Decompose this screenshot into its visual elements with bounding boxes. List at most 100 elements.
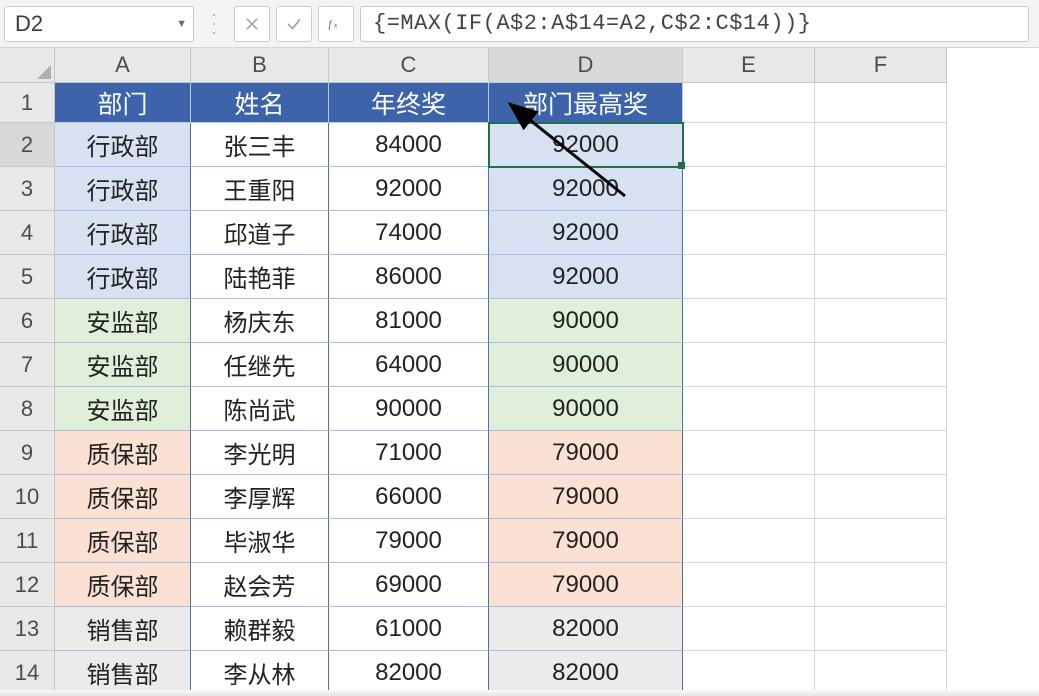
cell-A14[interactable]: 销售部: [55, 651, 191, 695]
cell-B11[interactable]: 毕淑华: [191, 519, 329, 563]
cell-C11[interactable]: 79000: [329, 519, 489, 563]
cell-F2[interactable]: [815, 123, 947, 167]
row-header-2[interactable]: 2: [0, 123, 55, 167]
cell-C7[interactable]: 64000: [329, 343, 489, 387]
column-header-E[interactable]: E: [683, 48, 815, 83]
cell-D13[interactable]: 82000: [489, 607, 683, 651]
select-all-corner[interactable]: [0, 48, 55, 83]
row-header-12[interactable]: 12: [0, 563, 55, 607]
cell-A10[interactable]: 质保部: [55, 475, 191, 519]
row-header-3[interactable]: 3: [0, 167, 55, 211]
column-header-C[interactable]: C: [329, 48, 489, 83]
cell-C6[interactable]: 81000: [329, 299, 489, 343]
cell-C14[interactable]: 82000: [329, 651, 489, 695]
row-header-14[interactable]: 14: [0, 651, 55, 695]
header-cell-F[interactable]: [815, 83, 947, 123]
cell-B6[interactable]: 杨庆东: [191, 299, 329, 343]
row-header-6[interactable]: 6: [0, 299, 55, 343]
column-header-F[interactable]: F: [815, 48, 947, 83]
cell-F14[interactable]: [815, 651, 947, 695]
row-header-10[interactable]: 10: [0, 475, 55, 519]
cell-F10[interactable]: [815, 475, 947, 519]
row-header-5[interactable]: 5: [0, 255, 55, 299]
cell-D4[interactable]: 92000: [489, 211, 683, 255]
header-cell-B[interactable]: 姓名: [191, 83, 329, 123]
cell-E6[interactable]: [683, 299, 815, 343]
cell-E5[interactable]: [683, 255, 815, 299]
cell-C8[interactable]: 90000: [329, 387, 489, 431]
cell-E2[interactable]: [683, 123, 815, 167]
cell-B2[interactable]: 张三丰: [191, 123, 329, 167]
cell-A2[interactable]: 行政部: [55, 123, 191, 167]
cell-B4[interactable]: 邱道子: [191, 211, 329, 255]
cell-E4[interactable]: [683, 211, 815, 255]
cell-B10[interactable]: 李厚辉: [191, 475, 329, 519]
cell-C13[interactable]: 61000: [329, 607, 489, 651]
cell-D10[interactable]: 79000: [489, 475, 683, 519]
cell-F13[interactable]: [815, 607, 947, 651]
cell-D3[interactable]: 92000: [489, 167, 683, 211]
cell-C9[interactable]: 71000: [329, 431, 489, 475]
cell-A13[interactable]: 销售部: [55, 607, 191, 651]
cell-D5[interactable]: 92000: [489, 255, 683, 299]
cell-E13[interactable]: [683, 607, 815, 651]
cell-B12[interactable]: 赵会芳: [191, 563, 329, 607]
cell-B9[interactable]: 李光明: [191, 431, 329, 475]
cell-C3[interactable]: 92000: [329, 167, 489, 211]
header-cell-C[interactable]: 年终奖: [329, 83, 489, 123]
cell-E7[interactable]: [683, 343, 815, 387]
cell-F6[interactable]: [815, 299, 947, 343]
cell-F12[interactable]: [815, 563, 947, 607]
cell-B3[interactable]: 王重阳: [191, 167, 329, 211]
cell-E12[interactable]: [683, 563, 815, 607]
enter-formula-button[interactable]: [276, 6, 312, 42]
cell-A7[interactable]: 安监部: [55, 343, 191, 387]
cell-E10[interactable]: [683, 475, 815, 519]
cell-B8[interactable]: 陈尚武: [191, 387, 329, 431]
cell-F7[interactable]: [815, 343, 947, 387]
cell-F9[interactable]: [815, 431, 947, 475]
cell-E14[interactable]: [683, 651, 815, 695]
cell-F3[interactable]: [815, 167, 947, 211]
cell-B5[interactable]: 陆艳菲: [191, 255, 329, 299]
cell-D14[interactable]: 82000: [489, 651, 683, 695]
name-box[interactable]: D2 ▼: [4, 6, 194, 42]
formula-input[interactable]: {=MAX(IF(A$2:A$14=A2,C$2:C$14))}: [360, 6, 1029, 42]
cell-B7[interactable]: 任继先: [191, 343, 329, 387]
cell-B14[interactable]: 李从林: [191, 651, 329, 695]
header-cell-E[interactable]: [683, 83, 815, 123]
cell-C2[interactable]: 84000: [329, 123, 489, 167]
cell-C5[interactable]: 86000: [329, 255, 489, 299]
cell-D11[interactable]: 79000: [489, 519, 683, 563]
cell-F11[interactable]: [815, 519, 947, 563]
cell-A6[interactable]: 安监部: [55, 299, 191, 343]
cell-D9[interactable]: 79000: [489, 431, 683, 475]
cell-A4[interactable]: 行政部: [55, 211, 191, 255]
cell-C10[interactable]: 66000: [329, 475, 489, 519]
cell-A9[interactable]: 质保部: [55, 431, 191, 475]
row-header-13[interactable]: 13: [0, 607, 55, 651]
row-header-8[interactable]: 8: [0, 387, 55, 431]
cell-E11[interactable]: [683, 519, 815, 563]
row-header-4[interactable]: 4: [0, 211, 55, 255]
cell-D2[interactable]: 92000: [489, 123, 683, 167]
cell-D6[interactable]: 90000: [489, 299, 683, 343]
cell-F5[interactable]: [815, 255, 947, 299]
cancel-formula-button[interactable]: [234, 6, 270, 42]
cell-E3[interactable]: [683, 167, 815, 211]
row-header-1[interactable]: 1: [0, 83, 55, 123]
chevron-down-icon[interactable]: ▼: [176, 18, 187, 30]
cell-A11[interactable]: 质保部: [55, 519, 191, 563]
cell-A8[interactable]: 安监部: [55, 387, 191, 431]
row-header-7[interactable]: 7: [0, 343, 55, 387]
cell-D7[interactable]: 90000: [489, 343, 683, 387]
cell-A12[interactable]: 质保部: [55, 563, 191, 607]
cell-E9[interactable]: [683, 431, 815, 475]
cell-D8[interactable]: 90000: [489, 387, 683, 431]
header-cell-D[interactable]: 部门最高奖: [489, 83, 683, 123]
cell-A5[interactable]: 行政部: [55, 255, 191, 299]
column-header-A[interactable]: A: [55, 48, 191, 83]
cell-C12[interactable]: 69000: [329, 563, 489, 607]
cell-C4[interactable]: 74000: [329, 211, 489, 255]
row-header-11[interactable]: 11: [0, 519, 55, 563]
